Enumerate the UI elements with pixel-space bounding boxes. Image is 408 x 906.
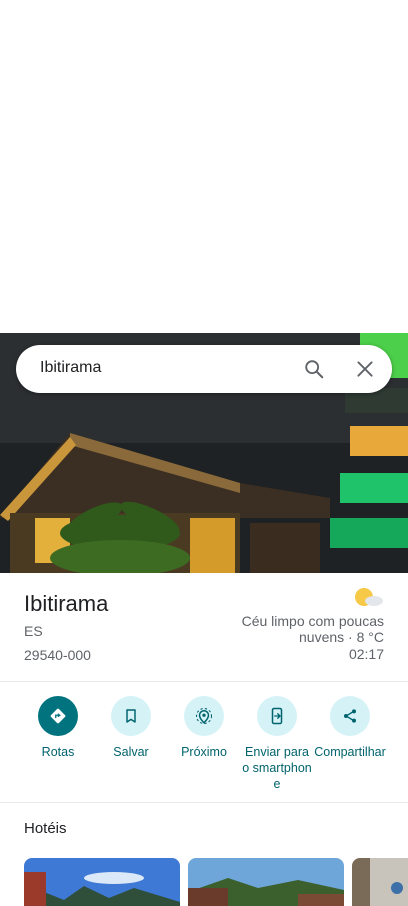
hotels-section-title: Hotéis (24, 820, 67, 837)
nearby-label: Próximo (181, 745, 227, 759)
hotel-photo[interactable] (24, 858, 180, 906)
hotel-photo-illustration (24, 858, 180, 906)
save-button[interactable]: Salvar (94, 696, 168, 760)
share-button[interactable]: Compartilhar (313, 696, 387, 760)
weather-description: Céu limpo com poucas nuvens · 8 °C (241, 613, 384, 645)
hotel-photo[interactable] (188, 858, 344, 906)
hotel-photo[interactable] (352, 858, 408, 906)
partly-cloudy-icon (352, 585, 384, 611)
search-bar[interactable]: Ibitirama (16, 345, 392, 393)
nearby-button[interactable]: Próximo (167, 696, 241, 760)
close-icon[interactable] (353, 357, 377, 381)
divider (0, 802, 408, 803)
search-input[interactable]: Ibitirama (40, 359, 101, 377)
directions-icon (38, 696, 78, 736)
place-state: ES (24, 623, 43, 639)
place-postal-code: 29540-000 (24, 647, 91, 663)
place-title: Ibitirama (24, 591, 109, 616)
send-to-phone-button[interactable]: Enviar para o smartphone (240, 696, 314, 792)
divider (0, 681, 408, 682)
bookmark-icon (111, 696, 151, 736)
send-to-phone-label: Enviar para o smartphone (242, 745, 312, 791)
send-to-phone-icon (257, 696, 297, 736)
save-label: Salvar (113, 745, 149, 759)
directions-label: Rotas (41, 745, 75, 759)
directions-button[interactable]: Rotas (21, 696, 95, 760)
share-label: Compartilhar (314, 745, 386, 759)
hotel-photo-illustration (352, 858, 408, 906)
weather-time: 02:17 (348, 646, 384, 662)
search-icon[interactable] (302, 357, 326, 381)
share-icon (330, 696, 370, 736)
nearby-icon (184, 696, 224, 736)
map-placeholder-area (0, 0, 408, 333)
hotel-photo-illustration (188, 858, 344, 906)
